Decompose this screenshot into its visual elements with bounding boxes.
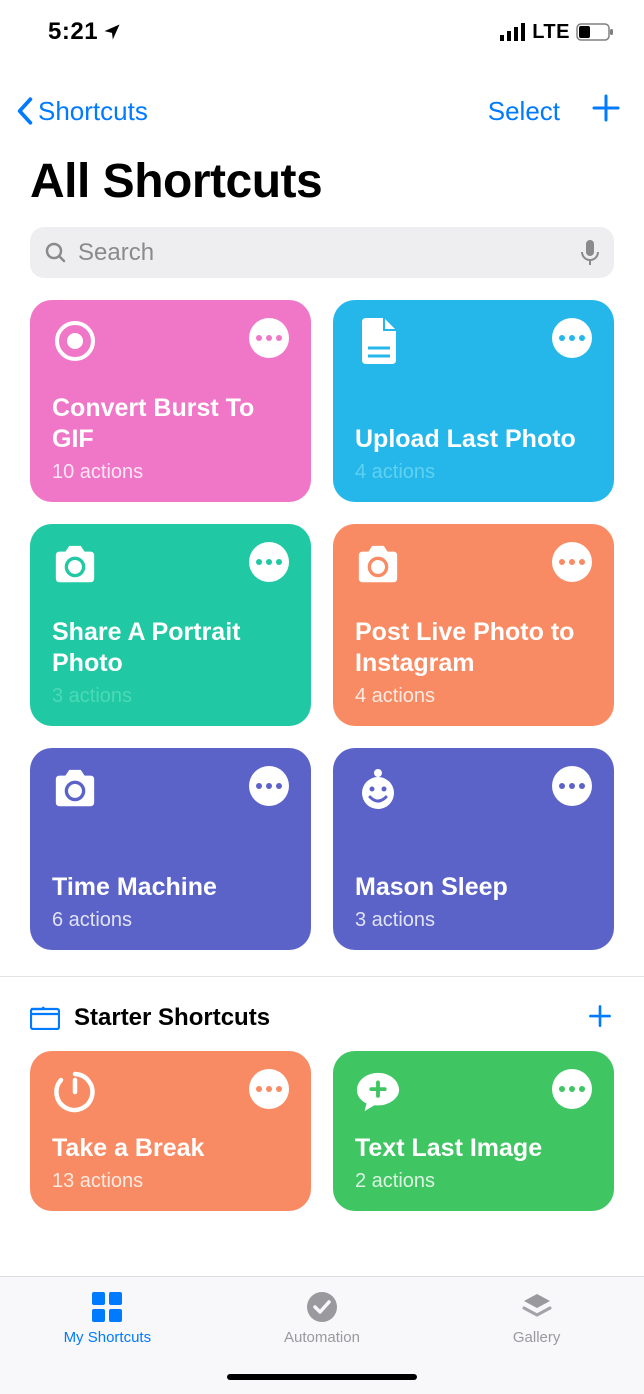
shortcuts-grid: Convert Burst To GIF 10 actions Upload Las… xyxy=(0,278,644,950)
card-subtitle: 13 actions xyxy=(52,1170,289,1193)
camera-icon xyxy=(355,542,401,588)
timer-icon xyxy=(52,1069,98,1115)
network-label: LTE xyxy=(532,21,570,44)
card-title: Convert Burst To GIF xyxy=(52,393,289,456)
card-menu-button[interactable] xyxy=(249,542,289,582)
card-menu-button[interactable] xyxy=(249,1069,289,1109)
card-menu-button[interactable] xyxy=(249,766,289,806)
microphone-icon[interactable] xyxy=(580,240,600,266)
shortcut-card[interactable]: Post Live Photo to Instagram 4 actions xyxy=(333,524,614,726)
card-subtitle: 10 actions xyxy=(52,461,289,484)
card-subtitle: 2 actions xyxy=(355,1170,592,1193)
camera-icon xyxy=(52,766,98,812)
shortcut-card[interactable]: Mason Sleep 3 actions xyxy=(333,748,614,950)
search-input[interactable] xyxy=(78,239,570,267)
target-icon xyxy=(52,318,98,364)
folder-icon xyxy=(30,1006,60,1030)
chevron-left-icon xyxy=(14,96,36,126)
search-icon xyxy=(44,241,68,265)
home-indicator[interactable] xyxy=(227,1374,417,1380)
add-starter-button[interactable] xyxy=(586,999,614,1037)
card-menu-button[interactable] xyxy=(552,766,592,806)
status-right: LTE xyxy=(500,21,614,44)
shortcut-card[interactable]: Share A Portrait Photo 3 actions xyxy=(30,524,311,726)
baby-icon xyxy=(355,766,401,812)
clock-text: 5:21 xyxy=(48,18,98,46)
page-title: All Shortcuts xyxy=(0,140,644,219)
plus-icon xyxy=(586,1002,614,1030)
plus-icon xyxy=(590,92,622,124)
back-button[interactable]: Shortcuts xyxy=(14,96,148,127)
section-title: Starter Shortcuts xyxy=(74,1004,572,1032)
card-title: Upload Last Photo xyxy=(355,424,592,455)
section-header: Starter Shortcuts xyxy=(0,976,644,1051)
tab-label: Automation xyxy=(284,1329,360,1346)
card-subtitle: 3 actions xyxy=(52,685,289,708)
shortcut-card[interactable]: Upload Last Photo 4 actions xyxy=(333,300,614,502)
search-bar[interactable] xyxy=(30,227,614,278)
shortcut-card[interactable]: Text Last Image 2 actions xyxy=(333,1051,614,1211)
card-menu-button[interactable] xyxy=(249,318,289,358)
select-button[interactable]: Select xyxy=(488,96,560,127)
card-menu-button[interactable] xyxy=(552,318,592,358)
starters-grid: Take a Break 13 actions Text Last Image 2 a… xyxy=(0,1051,644,1211)
bubbleplus-icon xyxy=(355,1069,401,1115)
card-menu-button[interactable] xyxy=(552,1069,592,1109)
back-label: Shortcuts xyxy=(38,96,148,127)
grid-icon xyxy=(89,1289,125,1325)
card-subtitle: 4 actions xyxy=(355,461,592,484)
battery-icon xyxy=(576,23,614,41)
tab-my-shortcuts[interactable]: My Shortcuts xyxy=(17,1289,197,1394)
shortcut-card[interactable]: Time Machine 6 actions xyxy=(30,748,311,950)
card-title: Text Last Image xyxy=(355,1133,592,1164)
shortcut-card[interactable]: Take a Break 13 actions xyxy=(30,1051,311,1211)
stack-icon xyxy=(519,1289,555,1325)
card-title: Share A Portrait Photo xyxy=(52,617,289,680)
add-shortcut-button[interactable] xyxy=(590,91,622,131)
card-subtitle: 3 actions xyxy=(355,909,592,932)
card-title: Post Live Photo to Instagram xyxy=(355,617,592,680)
tab-label: Gallery xyxy=(513,1329,561,1346)
nav-bar: Shortcuts Select xyxy=(0,82,644,140)
card-menu-button[interactable] xyxy=(552,542,592,582)
status-bar: 5:21 LTE xyxy=(0,0,644,54)
clock-check-icon xyxy=(304,1289,340,1325)
card-title: Mason Sleep xyxy=(355,872,592,903)
cellular-icon xyxy=(500,23,526,41)
tab-gallery[interactable]: Gallery xyxy=(447,1289,627,1394)
card-title: Take a Break xyxy=(52,1133,289,1164)
location-icon xyxy=(102,22,122,42)
doc-icon xyxy=(355,318,401,364)
card-subtitle: 6 actions xyxy=(52,909,289,932)
status-time: 5:21 xyxy=(48,18,122,46)
card-title: Time Machine xyxy=(52,872,289,903)
shortcut-card[interactable]: Convert Burst To GIF 10 actions xyxy=(30,300,311,502)
tab-label: My Shortcuts xyxy=(64,1329,152,1346)
camera-icon xyxy=(52,542,98,588)
card-subtitle: 4 actions xyxy=(355,685,592,708)
